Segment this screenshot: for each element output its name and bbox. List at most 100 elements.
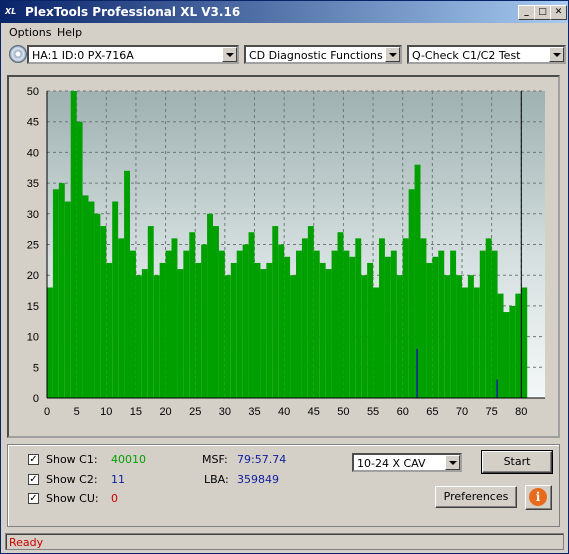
- c1-bar: [236, 250, 243, 398]
- speed-select[interactable]: 10-24 X CAV: [352, 453, 462, 472]
- c1-bar: [438, 250, 445, 398]
- c1-bar: [485, 238, 492, 398]
- status-bar: Ready: [5, 533, 564, 550]
- c1-bar: [94, 213, 101, 398]
- c1-bar: [207, 213, 213, 398]
- c1-bar: [230, 262, 237, 398]
- x-tick-label: 40: [278, 406, 290, 418]
- c1-bar: [118, 238, 125, 398]
- title-bar[interactable]: XL PlexTools Professional XL V3.16 _ □ ✕: [1, 1, 568, 23]
- chevron-down-icon[interactable]: [222, 47, 237, 62]
- test-select[interactable]: Q-Check C1/C2 Test: [407, 45, 566, 64]
- show-cu-checkbox[interactable]: ✓: [28, 493, 39, 504]
- chevron-down-icon[interactable]: [445, 455, 460, 470]
- c1-bar: [426, 262, 433, 398]
- c1-bar: [337, 232, 344, 398]
- c1-bar: [218, 250, 225, 398]
- y-tick-label: 50: [27, 86, 39, 98]
- show-c2-checkbox[interactable]: ✓: [28, 474, 39, 485]
- x-tick-label: 65: [426, 406, 438, 418]
- x-tick-label: 80: [515, 406, 527, 418]
- c1-bar: [177, 269, 184, 398]
- app-icon: XL: [5, 7, 17, 16]
- y-tick-label: 30: [27, 209, 39, 221]
- c1-bar: [201, 244, 208, 398]
- chevron-down-icon[interactable]: [549, 47, 564, 62]
- c1-bar: [189, 232, 196, 398]
- c1-bar: [278, 244, 285, 398]
- c1-bar: [254, 262, 261, 398]
- c1-bar: [319, 262, 326, 398]
- c2-bar: [496, 379, 498, 398]
- x-tick-label: 20: [159, 406, 171, 418]
- c1-bar: [171, 238, 178, 398]
- c1-bar: [141, 269, 148, 398]
- c1-bar: [355, 238, 362, 398]
- lba-value: 359849: [237, 473, 279, 486]
- c1-bar: [165, 250, 172, 398]
- c1-bar: [420, 238, 427, 398]
- x-tick-label: 30: [219, 406, 231, 418]
- c1-bar: [349, 256, 356, 398]
- c1-bar: [491, 250, 498, 398]
- c1-count: 40010: [111, 453, 146, 466]
- y-tick-label: 0: [33, 393, 39, 405]
- c1-bar: [130, 250, 136, 398]
- menu-bar: Options Help: [1, 23, 568, 42]
- c1-bar: [242, 244, 249, 398]
- chevron-down-icon[interactable]: [385, 47, 400, 62]
- function-select-value: CD Diagnostic Functions: [249, 49, 383, 62]
- c1-bar: [58, 183, 65, 398]
- x-tick-label: 55: [367, 406, 379, 418]
- maximize-button[interactable]: □: [534, 5, 551, 20]
- c1-bar: [379, 238, 385, 398]
- start-button[interactable]: Start: [481, 450, 553, 474]
- menu-help[interactable]: Help: [57, 26, 82, 39]
- c1-bar: [503, 312, 510, 398]
- function-select[interactable]: CD Diagnostic Functions: [244, 45, 402, 64]
- c1-bar: [88, 201, 95, 398]
- c1-bar: [284, 256, 291, 398]
- y-tick-label: 10: [27, 332, 39, 344]
- c1-bar: [444, 275, 451, 398]
- y-tick-label: 45: [27, 117, 39, 129]
- x-tick-label: 0: [44, 406, 50, 418]
- c1-bar: [515, 293, 522, 398]
- c1-c2-chart: 0 5 10 15 20 25 30 35 40 45 50 0 5 10 15 20 25 30 35 40 45 50…: [27, 86, 545, 418]
- drive-select[interactable]: HA:1 ID:0 PX-716A: [27, 45, 239, 64]
- close-button[interactable]: ✕: [550, 5, 567, 20]
- c1-bar: [183, 250, 190, 398]
- c1-bar: [272, 226, 279, 398]
- c1-bar: [213, 226, 219, 398]
- c1-bar: [462, 287, 468, 398]
- c2-count: 11: [111, 473, 125, 486]
- c1-bar: [325, 269, 332, 398]
- msf-value: 79:57.74: [237, 453, 287, 466]
- x-tick-label: 35: [248, 406, 260, 418]
- cu-count: 0: [111, 492, 118, 505]
- c1-bar: [82, 195, 89, 398]
- toolbar: HA:1 ID:0 PX-716A CD Diagnostic Function…: [1, 42, 568, 70]
- menu-options[interactable]: Options: [9, 26, 51, 39]
- lba-label: LBA:: [204, 473, 229, 486]
- msf-label: MSF:: [202, 453, 228, 466]
- x-tick-label: 25: [189, 406, 201, 418]
- c1-bar: [521, 287, 528, 398]
- c1-bar: [47, 287, 53, 398]
- c1-bar: [260, 269, 267, 398]
- status-text: Ready: [9, 536, 44, 549]
- disc-icon: [9, 45, 27, 63]
- c1-bar: [135, 275, 142, 398]
- c1-bar: [467, 275, 474, 398]
- c1-bar: [52, 189, 59, 398]
- c1-bar: [313, 250, 320, 398]
- c1-bar: [64, 201, 71, 398]
- c1-bar: [100, 226, 107, 398]
- minimize-button[interactable]: _: [518, 5, 535, 20]
- preferences-button[interactable]: Preferences: [435, 486, 517, 508]
- c1-bar: [159, 262, 166, 398]
- show-c1-checkbox[interactable]: ✓: [28, 454, 39, 465]
- y-tick-label: 35: [27, 178, 39, 190]
- c1-bar: [456, 275, 462, 398]
- show-cu-label: Show CU:: [46, 492, 99, 505]
